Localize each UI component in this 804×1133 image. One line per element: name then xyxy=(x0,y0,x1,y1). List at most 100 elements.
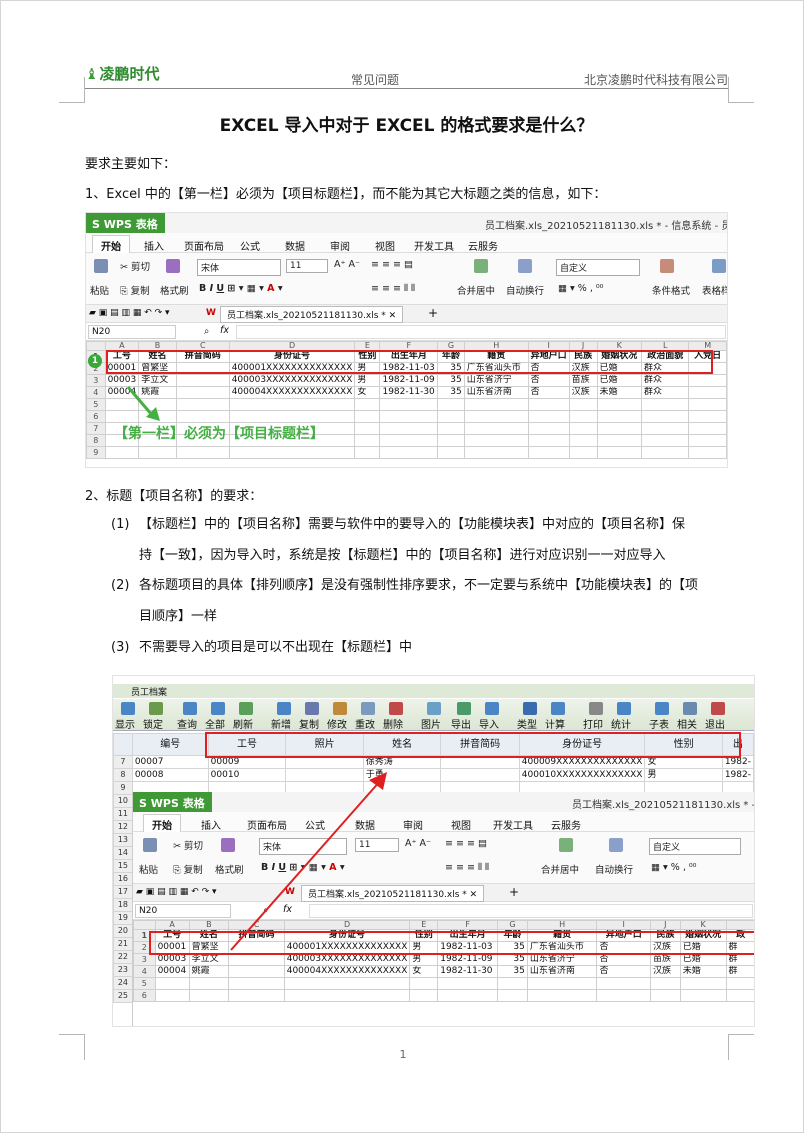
font-size-select[interactable]: 11 xyxy=(286,259,328,273)
cell[interactable] xyxy=(104,446,140,459)
cell[interactable] xyxy=(379,422,439,435)
cell[interactable] xyxy=(437,422,465,435)
menu-formula[interactable]: 公式 xyxy=(240,238,260,253)
cell[interactable] xyxy=(463,446,529,459)
cell[interactable] xyxy=(641,446,690,459)
cell[interactable]: 400003XXXXXXXXXXXXXX xyxy=(228,374,356,387)
cell[interactable] xyxy=(228,410,356,423)
cell[interactable] xyxy=(568,446,598,459)
cell[interactable]: 群众 xyxy=(641,386,690,399)
new-tab-icon[interactable]: + xyxy=(428,306,438,320)
cell[interactable] xyxy=(568,410,598,423)
cell[interactable]: 1982-11-09 xyxy=(379,374,439,387)
menu-cloud[interactable]: 云服务 xyxy=(468,238,498,253)
copy-button[interactable]: ⎘ 复制 xyxy=(120,283,150,297)
cell[interactable] xyxy=(379,434,439,447)
row-header[interactable]: 4 xyxy=(86,386,106,399)
cell[interactable] xyxy=(175,374,230,387)
paste-button[interactable]: 粘贴 xyxy=(90,283,109,297)
cell[interactable] xyxy=(641,410,690,423)
cell[interactable] xyxy=(568,422,598,435)
conditional-format-button[interactable]: 条件格式 xyxy=(652,283,690,297)
cell[interactable]: 山东省济宁 xyxy=(463,374,529,387)
select-all[interactable] xyxy=(86,341,106,351)
wrap-text-button[interactable]: 自动换行 xyxy=(506,283,544,297)
menu-insert[interactable]: 插入 xyxy=(144,238,164,253)
menu-page-layout[interactable]: 页面布局 xyxy=(184,238,224,253)
grow-font-icon[interactable]: A⁺ A⁻ xyxy=(334,259,360,270)
number-format-select[interactable]: 自定义 xyxy=(556,259,640,276)
menu-review[interactable]: 审阅 xyxy=(330,238,350,253)
cell[interactable] xyxy=(138,446,177,459)
cell[interactable] xyxy=(437,410,465,423)
cell[interactable] xyxy=(463,434,529,447)
cell[interactable] xyxy=(688,422,727,435)
menu-developer[interactable]: 开发工具 xyxy=(414,238,454,253)
row-header[interactable]: 7 xyxy=(86,422,106,435)
file-tab[interactable]: 员工档案.xls_20210521181130.xls * ✕ xyxy=(220,306,404,323)
row-header[interactable]: 6 xyxy=(86,410,106,423)
cell[interactable] xyxy=(175,398,230,411)
cell[interactable] xyxy=(354,422,381,435)
cell[interactable] xyxy=(527,446,570,459)
zoom-icon[interactable]: ⌕ xyxy=(204,326,209,337)
cell[interactable] xyxy=(527,434,570,447)
cell[interactable] xyxy=(527,422,570,435)
cell[interactable] xyxy=(596,434,643,447)
quick-icons[interactable]: ▰ ▣ ▤ ▥ ▦ ↶ ↷ ▾ xyxy=(89,308,170,318)
cell-reference[interactable]: N20 xyxy=(88,325,176,339)
cell[interactable] xyxy=(688,434,727,447)
cell[interactable] xyxy=(527,410,570,423)
cell[interactable] xyxy=(596,422,643,435)
cell[interactable] xyxy=(228,446,356,459)
row-header[interactable]: 5 xyxy=(86,398,106,411)
cell[interactable] xyxy=(463,422,529,435)
font-select[interactable]: 宋体 xyxy=(197,259,281,276)
cell[interactable] xyxy=(379,398,439,411)
table-style-button[interactable]: 表格样 xyxy=(702,283,727,297)
cell[interactable] xyxy=(688,410,727,423)
cell[interactable]: 未婚 xyxy=(596,386,643,399)
menu-data[interactable]: 数据 xyxy=(285,238,305,253)
cell[interactable] xyxy=(688,374,727,387)
format-painter-button[interactable]: 格式刷 xyxy=(160,283,189,297)
cell[interactable]: 男 xyxy=(354,374,381,387)
cell[interactable] xyxy=(463,410,529,423)
cell[interactable] xyxy=(379,410,439,423)
menu-home[interactable]: 开始 xyxy=(92,235,130,255)
cell[interactable] xyxy=(354,446,381,459)
cell[interactable] xyxy=(596,446,643,459)
cell[interactable] xyxy=(437,434,465,447)
cell[interactable] xyxy=(463,398,529,411)
cell[interactable] xyxy=(437,398,465,411)
cell[interactable] xyxy=(379,446,439,459)
row-header[interactable]: 3 xyxy=(86,374,106,387)
cell[interactable] xyxy=(228,398,356,411)
cell[interactable]: 1982-11-30 xyxy=(379,386,439,399)
cell[interactable]: 汉族 xyxy=(568,386,598,399)
cell[interactable] xyxy=(437,446,465,459)
cell[interactable] xyxy=(641,434,690,447)
font-style-buttons[interactable]: B I U ⊞ ▾ ▦ ▾ A ▾ xyxy=(199,283,283,294)
formula-input[interactable] xyxy=(236,325,726,339)
wps-app-tab[interactable]: S WPS 表格 xyxy=(86,213,165,233)
cell[interactable]: 35 xyxy=(437,386,465,399)
cell[interactable]: 群众 xyxy=(641,374,690,387)
cell[interactable] xyxy=(354,434,381,447)
cell[interactable] xyxy=(175,410,230,423)
cell[interactable] xyxy=(354,410,381,423)
row-header[interactable]: 9 xyxy=(86,446,106,459)
cell[interactable] xyxy=(688,446,727,459)
cut-button[interactable]: ✂ 剪切 xyxy=(120,259,150,273)
cell[interactable]: 否 xyxy=(527,386,570,399)
merge-center-button[interactable]: 合并居中 xyxy=(457,283,495,297)
cell[interactable] xyxy=(596,398,643,411)
cell[interactable]: 35 xyxy=(437,374,465,387)
cell[interactable] xyxy=(688,398,727,411)
menu-view[interactable]: 视图 xyxy=(375,238,395,253)
align-icons-2[interactable]: ≡ ≡ ≡ ⫴ ⫴ xyxy=(371,283,415,294)
cell[interactable] xyxy=(641,398,690,411)
cell[interactable]: 已婚 xyxy=(596,374,643,387)
number-format-buttons[interactable]: ▦ ▾ % ‚ ⁰⁰ xyxy=(558,283,604,294)
cell[interactable] xyxy=(568,398,598,411)
